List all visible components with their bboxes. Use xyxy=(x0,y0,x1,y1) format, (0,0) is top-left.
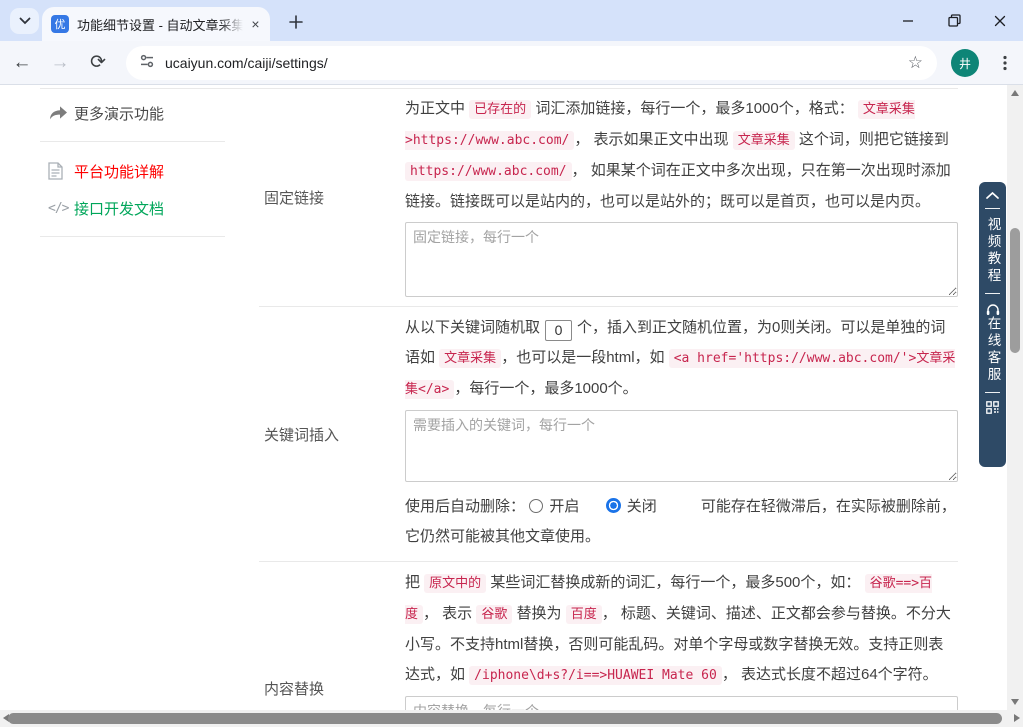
highlight-term: 谷歌 xyxy=(476,605,513,624)
desc-text: ，也可以是一段html，如 xyxy=(501,349,669,366)
divider xyxy=(40,141,225,142)
window-controls xyxy=(885,0,1023,41)
browser-tab[interactable]: 优 功能细节设置 - 自动文章采集器 × xyxy=(42,7,270,41)
row-label: 内容替换 xyxy=(264,681,325,698)
auto-delete-label: 使用后自动删除： xyxy=(405,498,526,515)
desc-text: ， 表示如果正文中出现 xyxy=(574,131,733,148)
chevron-down-icon xyxy=(19,12,31,30)
browser-menu-icon[interactable] xyxy=(992,50,1018,76)
sidebar-item-api-docs[interactable]: </> 接口开发文档 xyxy=(0,194,259,222)
reload-button[interactable]: ⟳ xyxy=(82,47,114,79)
desc-text: 某些词汇替换成新的词汇，每行一个，最多500个，如： xyxy=(486,574,865,591)
row-description: 从以下关键词随机取个，插入到正文随机位置，为0则关闭。可以是单独的词语如 文章采… xyxy=(405,313,958,405)
minimize-button[interactable] xyxy=(885,0,931,41)
row-description: 为正文中 已存在的 词汇添加链接，每行一个，最多1000个，格式： 文章采集>h… xyxy=(405,94,958,217)
tab-close-icon[interactable]: × xyxy=(247,16,264,33)
highlight-term: 百度 xyxy=(565,605,602,624)
form-row-fixed-links: 固定链接 为正文中 已存在的 词汇添加链接，每行一个，最多1000个，格式： 文… xyxy=(259,88,958,307)
tab-search-button[interactable] xyxy=(10,8,39,34)
video-tutorial-button[interactable]: 视频教程 xyxy=(983,217,1003,285)
sidebar-item-label: 接口开发文档 xyxy=(74,200,165,218)
desc-text: 这个词，则把它链接到 xyxy=(794,131,949,148)
document-icon xyxy=(48,162,70,180)
code-icon: </> xyxy=(48,200,70,216)
auto-delete-setting: 使用后自动删除： 开启 关闭 可能存在轻微滞后，在实际被删除前，它仍然可能被其他… xyxy=(405,492,958,552)
radio-icon[interactable] xyxy=(605,498,621,513)
highlight-term: 文章采集 xyxy=(439,349,502,368)
radio-option-off[interactable]: 关闭 xyxy=(605,498,661,515)
settings-form: 固定链接 为正文中 已存在的 词汇添加链接，每行一个，最多1000个，格式： 文… xyxy=(259,88,958,727)
form-row-keyword-insert: 关键词插入 从以下关键词随机取个，插入到正文随机位置，为0则关闭。可以是单独的词… xyxy=(259,307,958,562)
highlight-term: 已存在的 xyxy=(469,100,532,119)
forward-button[interactable]: → xyxy=(44,47,76,79)
vertical-scrollbar-thumb[interactable] xyxy=(1010,228,1020,353)
page-content: 更多演示功能 平台功能详解 </> 接口开发文档 固定链接 为正文中 已存在的 … xyxy=(0,85,1023,727)
sidebar-item-more-demos[interactable]: 更多演示功能 xyxy=(0,99,259,127)
horizontal-scrollbar-thumb[interactable] xyxy=(8,713,1002,724)
desc-text: 为正文中 xyxy=(405,100,470,117)
sidebar-item-label: 平台功能详解 xyxy=(74,163,165,181)
restore-button[interactable] xyxy=(931,0,977,41)
scroll-up-arrow-icon[interactable] xyxy=(1011,90,1019,96)
row-description: 把 原文中的 某些词汇替换成新的词汇，每行一个，最多500个，如： 谷歌==>百… xyxy=(405,568,958,691)
desc-text: 替换为 xyxy=(512,605,566,622)
close-button[interactable] xyxy=(977,0,1023,41)
desc-text: ，每行一个，最多1000个。 xyxy=(454,380,638,397)
highlight-term: 文章采集 xyxy=(732,131,795,150)
radio-label: 关闭 xyxy=(626,498,657,515)
radio-option-on[interactable]: 开启 xyxy=(529,498,583,515)
radio-icon[interactable] xyxy=(529,499,544,513)
highlight-term: 原文中的 xyxy=(424,574,487,593)
tab-title: 功能细节设置 - 自动文章采集器 xyxy=(77,17,243,33)
fixed-links-textarea[interactable] xyxy=(405,222,958,297)
radio-label: 开启 xyxy=(549,498,580,515)
site-settings-icon[interactable] xyxy=(139,53,155,74)
new-tab-button[interactable] xyxy=(283,9,309,35)
qr-code-icon[interactable] xyxy=(986,401,999,414)
tab-bar: 优 功能细节设置 - 自动文章采集器 × xyxy=(0,0,1023,41)
sidebar-item-label: 更多演示功能 xyxy=(74,105,165,123)
divider xyxy=(40,236,225,237)
desc-text: ， 表达式长度不超过64个字符。 xyxy=(721,666,938,683)
bookmark-star-icon[interactable]: ☆ xyxy=(904,53,927,73)
profile-avatar[interactable]: 井 xyxy=(951,49,979,77)
keywords-textarea[interactable] xyxy=(405,410,958,482)
online-service-button[interactable]: 在线客服 xyxy=(983,316,1003,384)
vertical-scrollbar[interactable] xyxy=(1007,85,1023,710)
horizontal-scrollbar[interactable] xyxy=(0,710,1023,727)
row-label: 固定链接 xyxy=(264,189,325,207)
browser-window: 优 功能细节设置 - 自动文章采集器 × ← → ⟳ ucaiyun.com/c… xyxy=(0,0,1023,727)
desc-text: 把 xyxy=(405,574,425,591)
address-bar[interactable]: ucaiyun.com/caiji/settings/ ☆ xyxy=(126,46,937,80)
desc-text: 词汇添加链接，每行一个，最多1000个，格式： xyxy=(531,100,858,117)
form-row-content-replace: 内容替换 把 原文中的 某些词汇替换成新的词汇，每行一个，最多500个，如： 谷… xyxy=(259,562,958,727)
divider xyxy=(985,392,1000,393)
keyword-count-input[interactable] xyxy=(545,319,573,341)
highlight-term: https://www.abc.com/ xyxy=(405,162,572,181)
scroll-right-arrow-icon[interactable] xyxy=(1014,714,1020,722)
divider xyxy=(985,208,1000,209)
floating-side-panel: 视频教程 在线客服 xyxy=(979,182,1006,467)
desc-text: ， 表示 xyxy=(423,605,477,622)
back-button[interactable]: ← xyxy=(6,47,38,79)
forward-arrow-icon xyxy=(48,105,70,121)
headset-icon[interactable] xyxy=(985,302,1001,316)
sidebar-item-platform-features[interactable]: 平台功能详解 xyxy=(0,157,259,185)
url-text[interactable]: ucaiyun.com/caiji/settings/ xyxy=(165,55,904,71)
desc-text: 从以下关键词随机取 xyxy=(405,319,541,336)
row-label: 关键词插入 xyxy=(264,426,340,444)
sidebar: 更多演示功能 平台功能详解 </> 接口开发文档 xyxy=(0,88,259,237)
scroll-down-arrow-icon[interactable] xyxy=(1011,699,1019,705)
chevron-up-icon[interactable] xyxy=(985,191,1000,200)
divider xyxy=(985,293,1000,294)
highlight-term: /iphone\d+s?/i==>HUAWEI Mate 60 xyxy=(469,666,722,685)
site-favicon: 优 xyxy=(51,15,69,33)
browser-toolbar: ← → ⟳ ucaiyun.com/caiji/settings/ ☆ 井 xyxy=(0,41,1023,85)
